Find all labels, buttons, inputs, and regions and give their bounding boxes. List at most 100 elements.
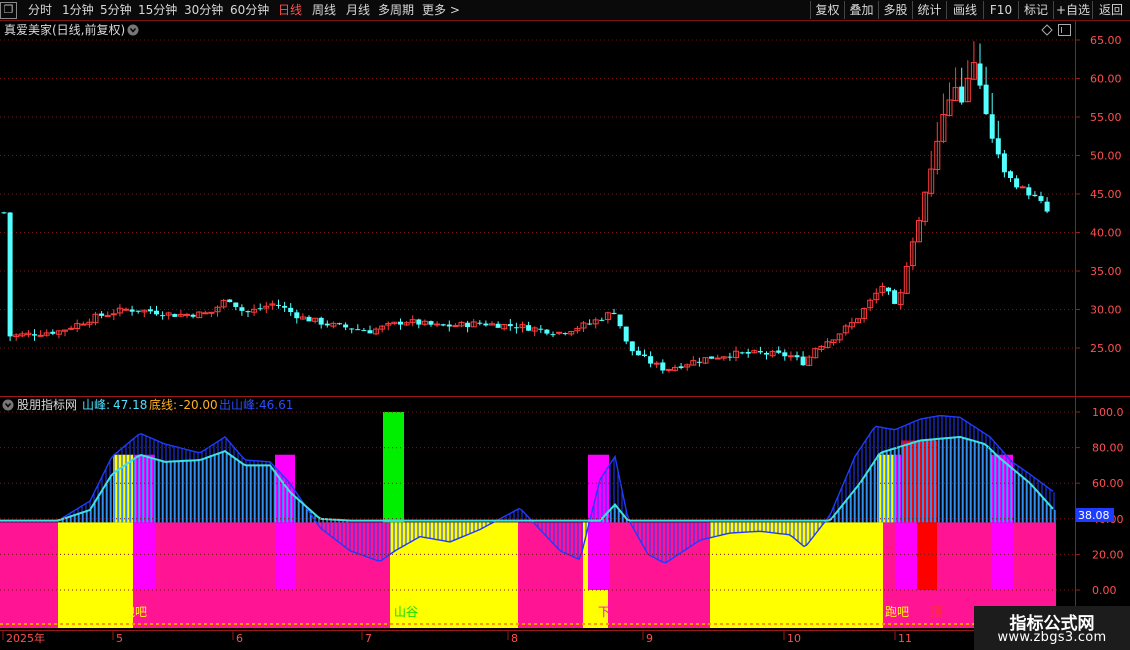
candle-down (50, 331, 56, 334)
candle-down (989, 114, 995, 139)
candle-down (477, 322, 483, 324)
candle-down (495, 323, 501, 328)
price-tick-label: 25.00 (1090, 342, 1122, 355)
candle-down (239, 307, 245, 311)
candle-down (324, 323, 330, 326)
candle-down (1044, 201, 1050, 212)
annotation-xia: 下 (598, 605, 610, 619)
signal-bar-block (917, 522, 937, 590)
candle-up (110, 313, 117, 316)
candle-down (538, 328, 544, 330)
candle-down (757, 351, 763, 353)
candle-down (745, 351, 751, 354)
candle-down (318, 317, 324, 325)
chushanfeng-value: 46.61 (259, 398, 293, 412)
price-tick-label: 30.00 (1090, 304, 1122, 317)
candle-down (550, 334, 556, 336)
price-tick-label: 50.00 (1090, 150, 1122, 163)
candle-down (800, 356, 806, 366)
candle-down (154, 310, 159, 315)
indicator-tick-label: 80.00 (1092, 442, 1124, 455)
candle-down (635, 350, 641, 356)
candle-down (1014, 178, 1020, 188)
candle-down (355, 329, 361, 331)
candle-down (416, 319, 422, 325)
bottom-signal-band (608, 590, 710, 628)
annotation-shangu: 山谷 (394, 605, 418, 619)
candle-down (483, 323, 489, 326)
signal-bar-block (155, 522, 275, 590)
candle-down (172, 314, 178, 317)
candle-down (129, 309, 135, 312)
candle-down (233, 302, 239, 307)
candle-down (696, 361, 702, 363)
x-axis-label: 8 (511, 632, 518, 645)
signal-bar-block (113, 522, 133, 590)
price-tick-label: 40.00 (1090, 227, 1122, 240)
indicator-tick-label: 100.0 (1092, 406, 1124, 419)
candle-down (190, 314, 196, 317)
diamond-icon (1041, 24, 1053, 36)
annotation-paoba-2: 跑吧 (885, 605, 909, 619)
candle-down (959, 86, 965, 103)
indicator-tick-label: 20.00 (1092, 548, 1124, 561)
candle-down (32, 334, 37, 336)
bottom-signal-band (58, 590, 133, 628)
bottom-signal-band (0, 590, 58, 628)
shanfeng-value: 47.18 (113, 398, 147, 412)
chushanfeng-label: 出山峰: (219, 398, 259, 412)
bottom-signal-band (518, 590, 583, 628)
price-pane-title: 真爱美家(日线,前复权) (4, 22, 125, 37)
candle-down (513, 327, 519, 329)
candle-up (787, 355, 794, 358)
candle-up (452, 325, 459, 328)
candle-down (367, 330, 373, 334)
candle-down (7, 212, 13, 337)
signal-bar-block (275, 522, 295, 590)
candle-down (1001, 153, 1007, 173)
candle-down (507, 324, 513, 327)
watermark-url: www.zbgs3.com (997, 630, 1107, 645)
candle-down (349, 328, 355, 330)
pane-restore-icon (1058, 24, 1071, 36)
candle-down (398, 321, 403, 325)
candle-up (68, 327, 75, 330)
dixian-value: -20.00 (179, 398, 218, 412)
candle-down (440, 324, 446, 326)
price-tick-label: 65.00 (1090, 34, 1122, 47)
dixian-label: 底线: (149, 397, 177, 412)
price-tick-label: 35.00 (1090, 265, 1122, 278)
candle-down (257, 308, 263, 310)
candle-down (343, 324, 349, 328)
candle-down (1032, 194, 1038, 197)
signal-bar-block (895, 522, 917, 590)
candle-down (337, 323, 342, 325)
candle-up (202, 312, 209, 315)
candle-down (776, 350, 782, 353)
candle-up (37, 334, 44, 337)
signal-bar-block (883, 522, 895, 590)
candle-down (678, 366, 684, 369)
candle-down (306, 316, 312, 322)
x-axis-label: 7 (365, 632, 372, 645)
candle-down (147, 309, 153, 312)
x-axis-label: 11 (898, 632, 912, 645)
candle-down (660, 362, 666, 371)
signal-bar-block (0, 522, 58, 590)
candle-up (556, 331, 563, 334)
bottom-signal-band (133, 590, 390, 628)
candle-down (288, 307, 294, 313)
signal-bar-block (588, 522, 609, 590)
candle-down (727, 356, 733, 358)
candle-down (99, 313, 105, 316)
candle-up (665, 368, 672, 371)
signal-bar-block (58, 522, 113, 590)
site-watermark-badge[interactable]: 指标公式网 www.zbgs3.com (974, 606, 1130, 650)
candle-down (1, 212, 7, 214)
price-pane-menu-icon (127, 24, 139, 36)
candle-down (611, 312, 617, 314)
candle-down (361, 330, 367, 332)
price-tick-label: 45.00 (1090, 188, 1122, 201)
candle-down (892, 290, 898, 304)
candle-down (617, 314, 623, 327)
